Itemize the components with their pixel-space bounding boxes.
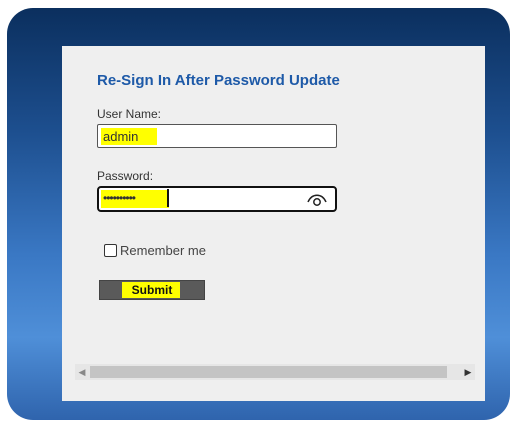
login-panel: Re-Sign In After Password Update User Na… bbox=[62, 46, 485, 401]
form-title: Re-Sign In After Password Update bbox=[97, 72, 340, 89]
remember-me[interactable]: Remember me bbox=[104, 243, 206, 258]
remember-checkbox[interactable] bbox=[104, 244, 117, 257]
password-label: Password: bbox=[97, 169, 154, 183]
chevron-right-icon[interactable]: ▶ bbox=[461, 364, 475, 380]
username-field[interactable]: admin bbox=[97, 124, 337, 148]
horizontal-scrollbar[interactable]: ◀ ▶ bbox=[75, 364, 475, 380]
password-masked-value: •••••••••• bbox=[103, 191, 136, 205]
eye-icon[interactable] bbox=[307, 192, 327, 208]
scrollbar-thumb[interactable] bbox=[90, 366, 447, 378]
remember-label: Remember me bbox=[120, 243, 206, 258]
submit-label: Submit bbox=[131, 283, 173, 297]
username-label: User Name: bbox=[97, 107, 162, 121]
username-value: admin bbox=[103, 129, 139, 144]
password-field[interactable]: •••••••••• bbox=[97, 186, 337, 212]
text-cursor bbox=[167, 189, 169, 207]
chevron-left-icon[interactable]: ◀ bbox=[75, 364, 89, 380]
window-frame: Re-Sign In After Password Update User Na… bbox=[7, 8, 510, 420]
submit-button[interactable]: Submit bbox=[99, 280, 205, 300]
